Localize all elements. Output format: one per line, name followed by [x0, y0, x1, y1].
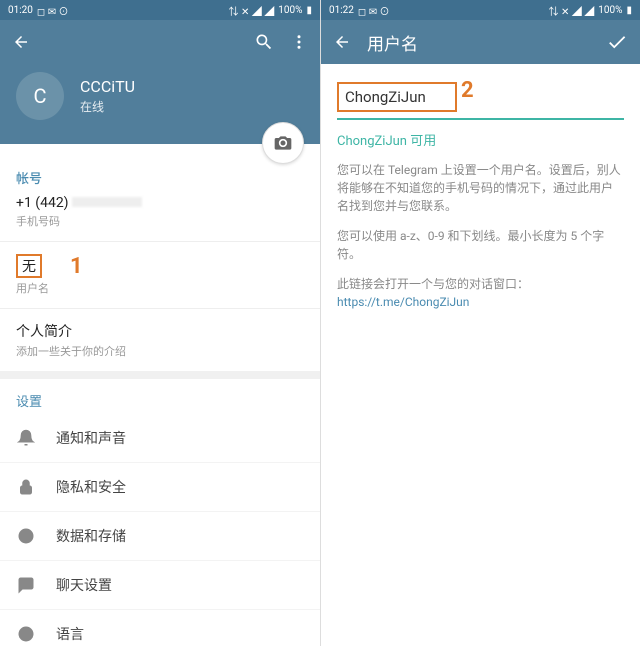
- back-icon[interactable]: [12, 33, 30, 51]
- username-label: 用户名: [16, 280, 304, 296]
- lock-icon: [16, 478, 36, 496]
- status-bar-r: 01:22 ◻ ✉ ⊙ ⇅ ✕ ◢ ◢ 100% ▮: [321, 0, 640, 20]
- profile-status: 在线: [80, 98, 135, 115]
- battery-text-r: 100%: [598, 5, 622, 16]
- available-msg: ChongZiJun 可用: [321, 124, 640, 155]
- annotation-1: 1: [70, 254, 83, 279]
- net-icons: ⇅ ✕ ◢ ◢: [228, 3, 274, 18]
- profile-name: CCCiTU: [80, 77, 135, 96]
- username-input-wrap: ChongZiJun 2: [321, 64, 640, 124]
- account-section: 帐号 +1 (442) 手机号码: [0, 144, 320, 242]
- globe-icon: [16, 625, 36, 643]
- username-link[interactable]: https://t.me/ChongZiJun: [337, 295, 469, 309]
- confirm-icon[interactable]: [606, 31, 628, 53]
- bio-row[interactable]: 个人简介 添加一些关于你的介绍: [0, 309, 320, 379]
- data-icon: [16, 527, 36, 545]
- bio-title: 个人简介: [16, 321, 304, 341]
- setting-notify[interactable]: 通知和声音: [0, 414, 320, 463]
- desc-2: 您可以使用 a-z、0-9 和下划线。最小长度为 5 个字符。: [321, 221, 640, 269]
- setting-data[interactable]: 数据和存储: [0, 512, 320, 561]
- input-underline: [337, 118, 624, 120]
- battery-icon-r: ▮: [626, 5, 632, 16]
- net-icons-r: ⇅ ✕ ◢ ◢: [548, 3, 594, 18]
- status-icons-r: ◻ ✉ ⊙: [358, 3, 390, 18]
- chat-icon: [16, 576, 36, 594]
- header-title-r: 用户名: [367, 30, 590, 55]
- battery-text: 100%: [278, 5, 302, 16]
- status-time: 01:20: [8, 5, 33, 16]
- desc-3: 此链接会打开一个与您的对话窗口：https://t.me/ChongZiJun: [321, 269, 640, 317]
- phone-value[interactable]: +1 (442): [16, 195, 304, 211]
- phone-label: 手机号码: [16, 213, 304, 229]
- profile-header: C CCCiTU 在线: [0, 64, 320, 144]
- header: [0, 20, 320, 64]
- account-header: 帐号: [16, 168, 304, 187]
- search-icon[interactable]: [254, 32, 274, 52]
- setting-privacy[interactable]: 隐私和安全: [0, 463, 320, 512]
- header-r: 用户名: [321, 20, 640, 64]
- avatar[interactable]: C: [16, 72, 64, 120]
- username-row[interactable]: 无 用户名 1: [0, 242, 320, 309]
- settings-screen: 01:20 ◻ ✉ ⊙ ⇅ ✕ ◢ ◢ 100% ▮ C CCCiTU 在线 帐号 +…: [0, 0, 320, 646]
- desc-1: 您可以在 Telegram 上设置一个用户名。设置后，别人将能够在不知道您的手机…: [321, 155, 640, 221]
- setting-chat[interactable]: 聊天设置: [0, 561, 320, 610]
- status-time-r: 01:22: [329, 5, 354, 16]
- back-icon-r[interactable]: [333, 33, 351, 51]
- username-value: 无: [16, 254, 42, 278]
- battery-icon: ▮: [306, 5, 312, 16]
- username-screen: 01:22 ◻ ✉ ⊙ ⇅ ✕ ◢ ◢ 100% ▮ 用户名 ChongZiJun 2…: [320, 0, 640, 646]
- username-input[interactable]: ChongZiJun: [337, 82, 457, 112]
- more-icon[interactable]: [290, 33, 308, 51]
- annotation-2: 2: [461, 78, 474, 103]
- bell-icon: [16, 429, 36, 447]
- status-bar: 01:20 ◻ ✉ ⊙ ⇅ ✕ ◢ ◢ 100% ▮: [0, 0, 320, 20]
- settings-header: 设置: [0, 379, 320, 414]
- bio-sub: 添加一些关于你的介绍: [16, 343, 304, 359]
- setting-lang[interactable]: 语言: [0, 610, 320, 646]
- status-icons: ◻ ✉ ⊙: [37, 3, 69, 18]
